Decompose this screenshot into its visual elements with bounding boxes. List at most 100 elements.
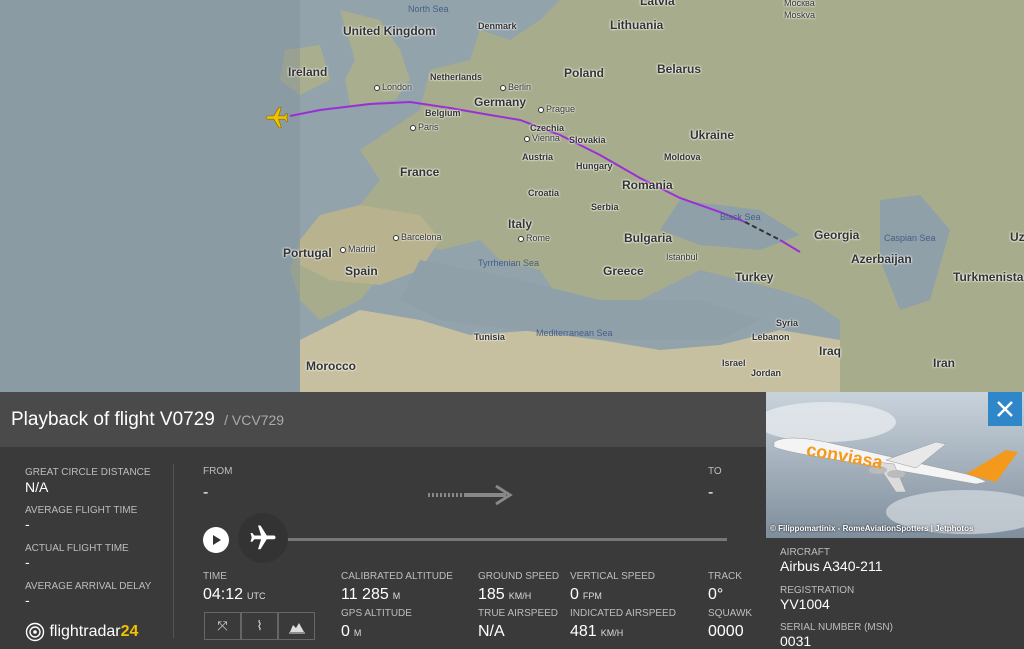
calibrated-altitude-label: CALIBRATED ALTITUDE <box>341 571 453 582</box>
airplane-icon <box>250 525 276 550</box>
map-label-italy: Italy <box>508 217 533 231</box>
play-icon <box>213 535 221 545</box>
map-label-ireland: Ireland <box>288 65 328 79</box>
map-label-uk: United Kingdom <box>343 24 436 38</box>
map-label-germany: Germany <box>474 95 527 109</box>
map-canvas <box>0 0 1024 392</box>
map-sea-black: Black Sea <box>720 212 761 222</box>
map-label-georgia: Georgia <box>814 228 860 242</box>
playback-slider-handle[interactable] <box>238 513 288 563</box>
map[interactable]: United Kingdom Ireland France Portugal S… <box>0 0 1024 392</box>
map-city-moskva: Moskva <box>784 10 816 20</box>
map-label-romania: Romania <box>622 178 673 192</box>
map-city-paris: Paris <box>410 122 439 132</box>
vertical-speed-label: VERTICAL SPEED <box>570 571 656 582</box>
map-label-france: France <box>400 165 440 179</box>
time-value: 04:12 UTC <box>203 586 266 603</box>
map-label-moldova: Moldova <box>664 152 701 162</box>
map-sea-mediterranean: Mediterranean Sea <box>536 328 613 338</box>
map-sea-caspian: Caspian Sea <box>884 233 936 243</box>
map-label-ukraine: Ukraine <box>690 128 735 142</box>
flightradar-logo[interactable]: flightradar24 <box>25 622 138 644</box>
aircraft-type-value: Airbus A340-211 <box>780 558 883 574</box>
map-city-berlin: Berlin <box>500 82 531 92</box>
map-label-hungary: Hungary <box>576 161 613 171</box>
map-label-belgium: Belgium <box>425 108 461 118</box>
aircraft-photo[interactable]: conviasa © Filippomartinix - RomeAviatio… <box>766 392 1024 538</box>
map-label-tunisia: Tunisia <box>474 332 505 342</box>
panel-header: Playback of flight V0729 / VCV729 <box>0 392 766 447</box>
flight-title: Playback of flight V0729 / VCV729 <box>11 409 285 430</box>
map-label-israel: Israel <box>722 358 746 368</box>
registration-value: YV1004 <box>780 596 830 612</box>
fit-view-icon: ⤧ <box>217 618 228 633</box>
map-city-london: London <box>374 82 412 92</box>
photo-credit[interactable]: © Filippomartinix - RomeAviationSpotters… <box>770 524 973 533</box>
airplane-icon[interactable] <box>264 104 290 130</box>
actual-flight-time-label: ACTUAL FLIGHT TIME <box>25 543 129 554</box>
indicated-airspeed-label: INDICATED AIRSPEED <box>570 608 676 619</box>
map-label-denmark: Denmark <box>478 21 517 31</box>
squawk-value: 0000 <box>708 623 744 640</box>
map-label-belarus: Belarus <box>657 62 702 76</box>
track-value: 0° <box>708 586 724 603</box>
map-city-barcelona: Barcelona <box>393 232 442 242</box>
map-label-lithuania: Lithuania <box>610 18 664 32</box>
average-arrival-delay-label: AVERAGE ARRIVAL DELAY <box>25 581 152 592</box>
squawk-label: SQUAWK <box>708 608 753 619</box>
time-label: TIME <box>203 571 227 582</box>
chart-button[interactable] <box>278 612 315 640</box>
true-airspeed-label: TRUE AIRSPEED <box>478 608 559 619</box>
average-flight-time-value: - <box>25 516 30 532</box>
chart-icon <box>288 622 305 634</box>
serial-number-value: 0031 <box>780 633 812 649</box>
map-city-vienna: Vienna <box>524 133 560 143</box>
aircraft-panel: conviasa © Filippomartinix - RomeAviatio… <box>766 392 1024 649</box>
fit-view-button[interactable]: ⤧ <box>204 612 241 640</box>
vertical-speed-value: 0 FPM <box>570 586 602 603</box>
map-label-bulgaria: Bulgaria <box>624 231 673 245</box>
map-label-syria: Syria <box>776 318 799 328</box>
close-button[interactable] <box>988 392 1022 426</box>
map-label-croatia: Croatia <box>528 188 560 198</box>
great-circle-distance-label: GREAT CIRCLE DISTANCE <box>25 467 151 478</box>
map-label-lebanon: Lebanon <box>752 332 790 342</box>
map-sea-north: North Sea <box>408 4 449 14</box>
map-label-spain: Spain <box>345 264 378 278</box>
map-label-iran: Iran <box>933 356 956 370</box>
track-label: TRACK <box>708 571 742 582</box>
flight-callsign: / VCV729 <box>224 412 285 428</box>
map-label-morocco: Morocco <box>306 359 357 373</box>
flight-playback-panel: Playback of flight V0729 / VCV729 GREAT … <box>0 392 766 649</box>
playback-timeline[interactable] <box>265 538 727 541</box>
actual-flight-time-value: - <box>25 554 30 570</box>
from-value: - <box>203 484 209 501</box>
map-city-madrid: Madrid <box>340 244 376 254</box>
ground-speed-label: GROUND SPEED <box>478 571 560 582</box>
indicated-airspeed-value: 481 KM/H <box>570 623 624 640</box>
gps-altitude-label: GPS ALTITUDE <box>341 608 412 619</box>
to-value: - <box>708 484 714 501</box>
map-city-istanbul: Istanbul <box>666 252 698 262</box>
map-label-portugal: Portugal <box>283 246 332 260</box>
map-label-poland: Poland <box>564 66 605 80</box>
map-label-iraq: Iraq <box>819 344 842 358</box>
true-airspeed-value: N/A <box>478 623 505 640</box>
registration-label: REGISTRATION <box>780 585 855 596</box>
aircraft-type-label: AIRCRAFT <box>780 547 830 558</box>
map-label-latvia: Latvia <box>640 0 675 8</box>
route-toggle-button[interactable]: ⌇ <box>241 612 278 640</box>
average-flight-time-label: AVERAGE FLIGHT TIME <box>25 505 138 516</box>
map-label-serbia: Serbia <box>591 202 619 212</box>
map-label-austria: Austria <box>522 152 554 162</box>
play-button[interactable] <box>203 527 229 553</box>
ground-speed-value: 185 KM/H <box>478 586 532 603</box>
map-label-turkmenistan: Turkmenista <box>953 270 1024 284</box>
route-icon: ⌇ <box>256 618 263 633</box>
map-label-azerbaijan: Azerbaijan <box>851 252 912 266</box>
map-label-greece: Greece <box>603 264 644 278</box>
map-city-prague: Prague <box>538 104 575 114</box>
flightradar-logo-icon <box>25 622 45 642</box>
from-label: FROM <box>203 466 233 477</box>
gps-altitude-value: 0M <box>341 623 362 640</box>
